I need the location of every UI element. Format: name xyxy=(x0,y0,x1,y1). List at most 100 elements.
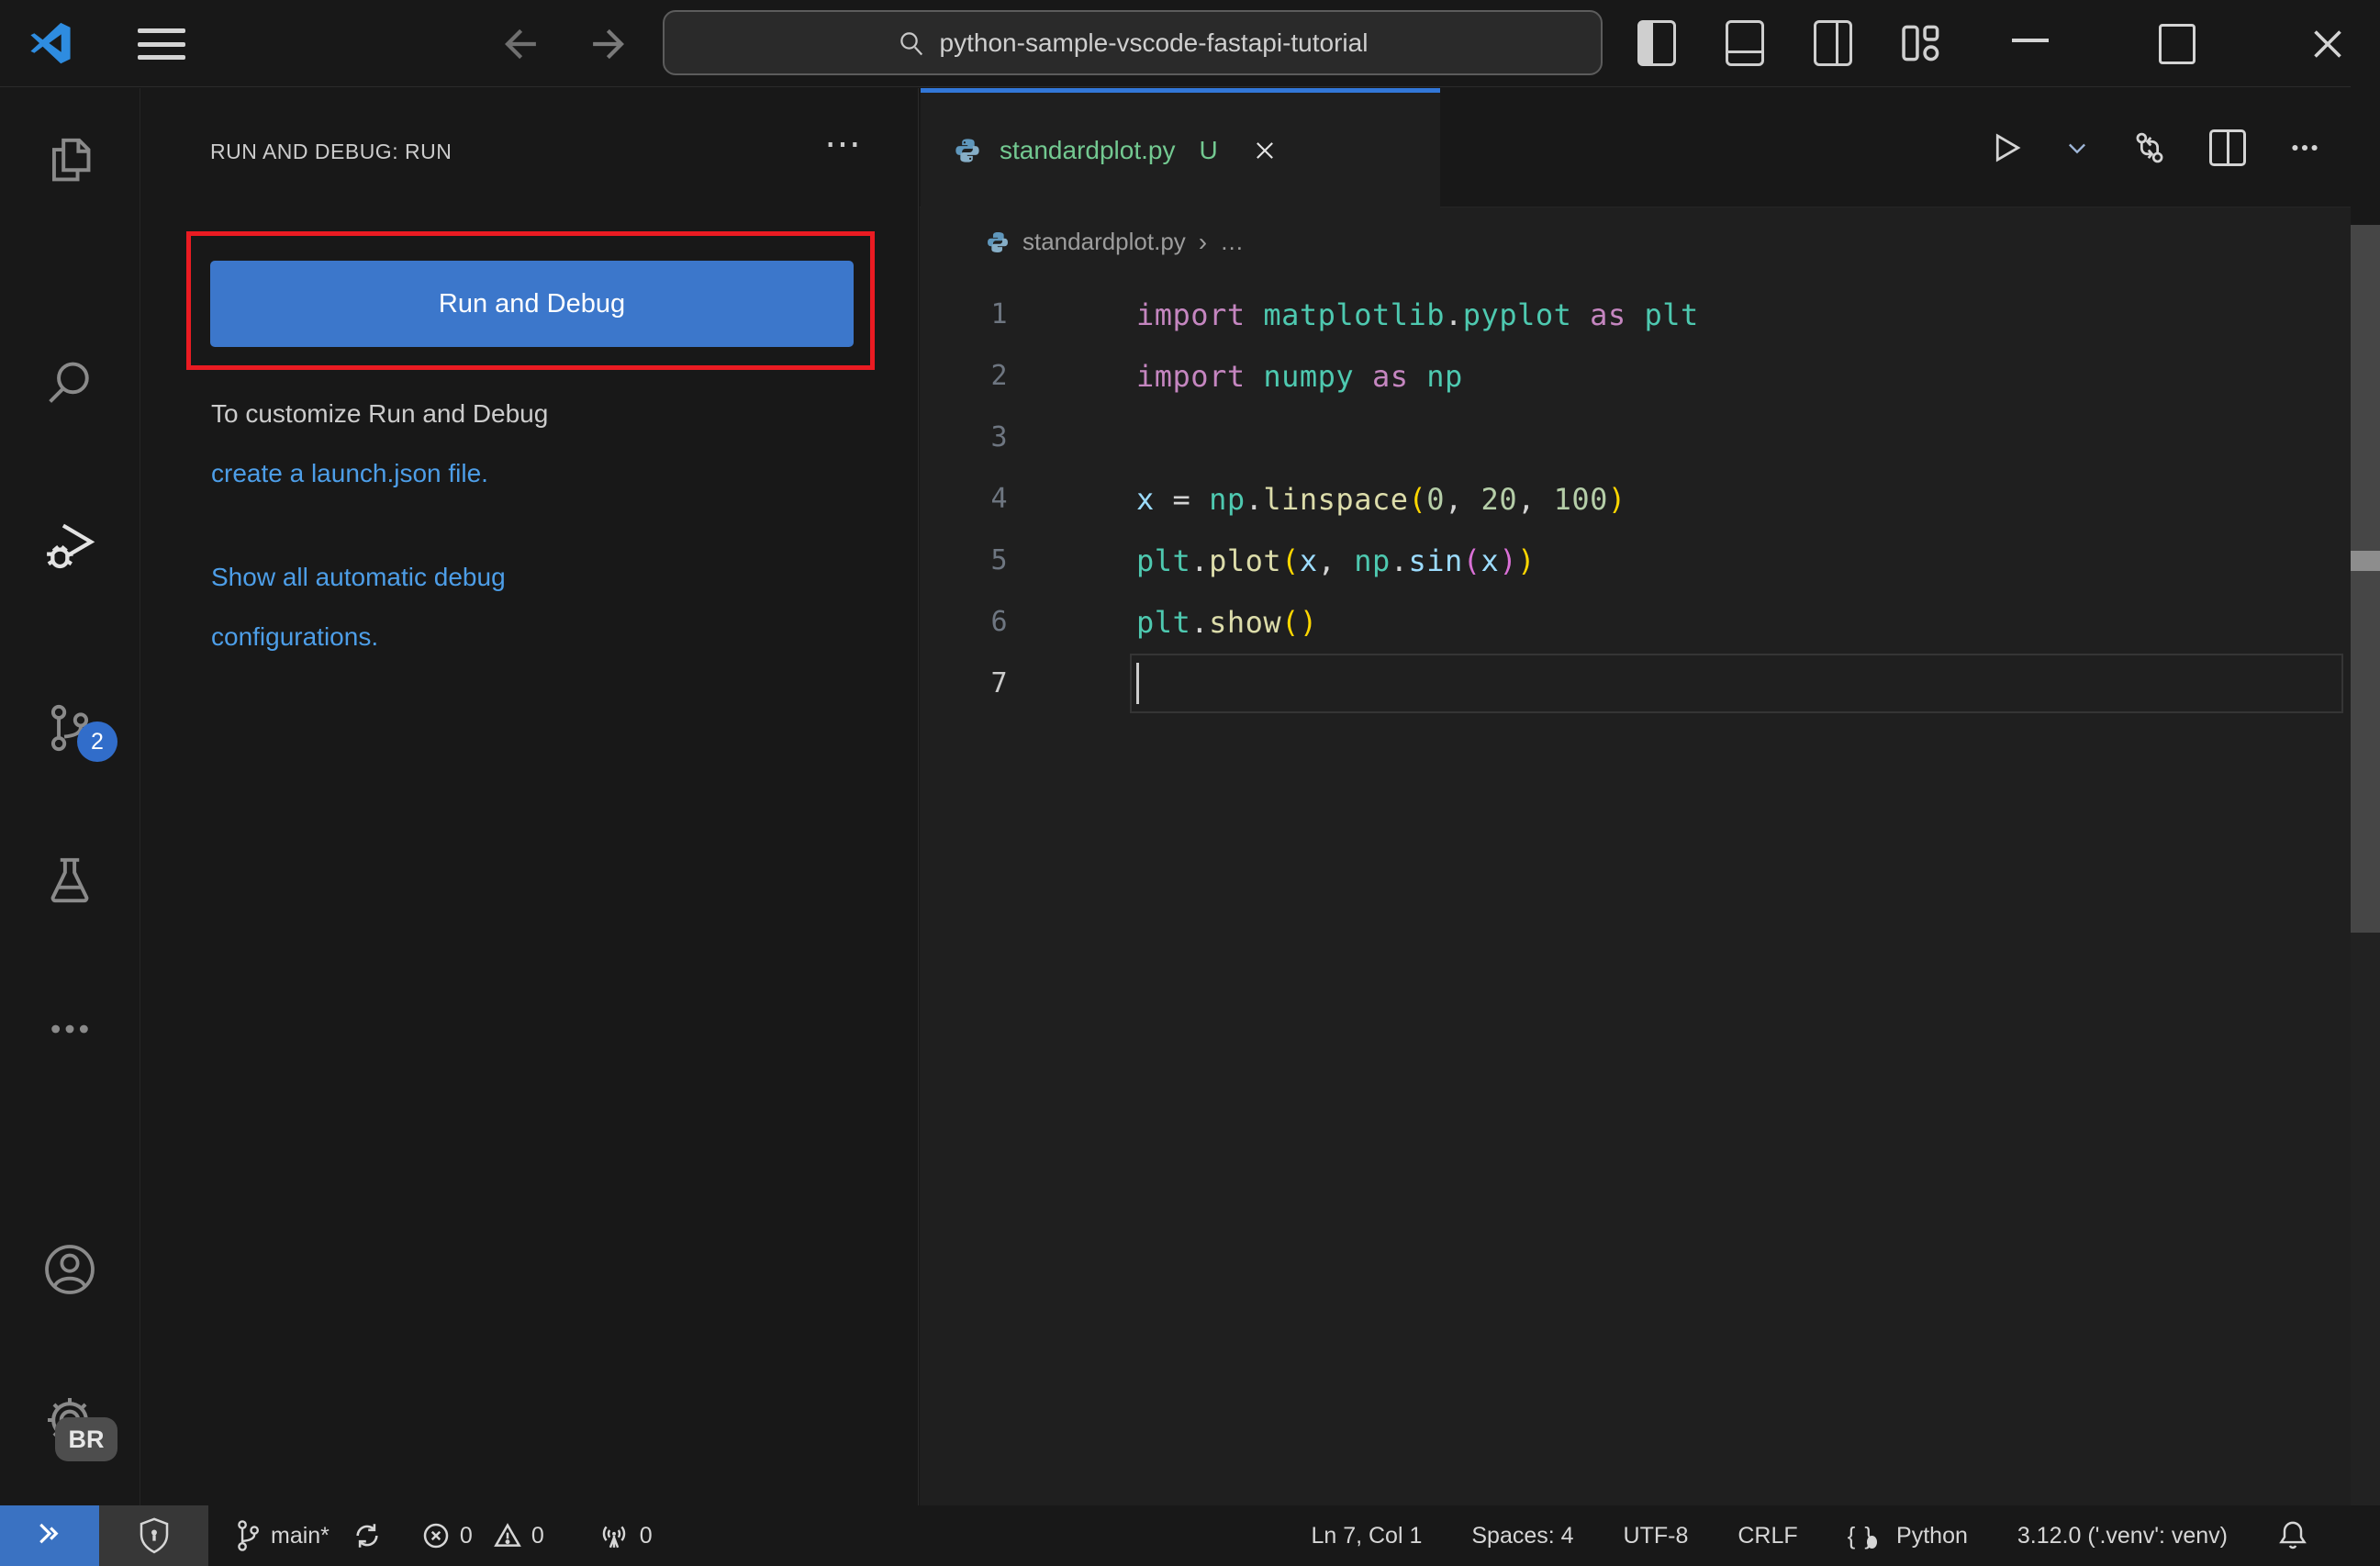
line-number: 4 xyxy=(990,483,1008,515)
cursor-position[interactable]: Ln 7, Col 1 xyxy=(1311,1505,1422,1566)
remote-indicator[interactable] xyxy=(0,1505,99,1566)
back-arrow-icon[interactable] xyxy=(496,20,543,68)
open-changes-icon[interactable] xyxy=(2130,129,2169,167)
tab-standardplot[interactable]: standardplot.py U xyxy=(921,88,1440,207)
braces-icon: {} xyxy=(1848,1522,1887,1550)
code-line-1[interactable]: 1 import matplotlib.pyplot as plt xyxy=(920,284,2351,345)
eol-sequence[interactable]: CRLF xyxy=(1738,1505,1797,1566)
code-text[interactable]: plt.show() xyxy=(1136,605,1318,640)
account-icon[interactable] xyxy=(0,1219,140,1320)
remote-icon xyxy=(39,1523,59,1544)
branch-item[interactable]: main* xyxy=(234,1505,383,1566)
encoding[interactable]: UTF-8 xyxy=(1624,1505,1689,1566)
create-launch-json-link[interactable]: create a launch.json file. xyxy=(211,443,548,503)
minimize-button[interactable] xyxy=(2012,39,2049,42)
hint-text: To customize Run and Debug xyxy=(211,399,549,428)
forward-arrow-icon[interactable] xyxy=(586,20,633,68)
code-text[interactable]: import numpy as np xyxy=(1136,359,1463,394)
testing-icon[interactable] xyxy=(0,830,140,931)
maximize-button[interactable] xyxy=(2159,24,2196,64)
sync-icon xyxy=(356,1524,378,1548)
split-editor-icon[interactable] xyxy=(2209,129,2246,166)
settings-gear-icon[interactable]: BR xyxy=(0,1370,140,1471)
search-icon xyxy=(899,31,922,55)
toggle-panel-icon[interactable] xyxy=(1724,18,1766,68)
editor-more-actions-icon[interactable] xyxy=(2286,129,2323,166)
line-number: 7 xyxy=(990,667,1008,699)
breadcrumb[interactable]: standardplot.py › … xyxy=(920,207,2351,276)
code-text[interactable]: import matplotlib.pyplot as plt xyxy=(1136,297,1699,332)
radio-tower-icon xyxy=(602,1526,625,1549)
background-window-scrollbar xyxy=(2351,225,2380,933)
shield-icon xyxy=(140,1517,168,1554)
activity-bar: 2 BR xyxy=(0,88,140,1505)
code-line-4[interactable]: 4 x = np.linspace(0, 20, 100) xyxy=(920,468,2351,530)
sidebar-title: RUN AND DEBUG: RUN xyxy=(210,140,453,163)
breadcrumb-separator: › xyxy=(1198,227,1208,256)
warning-count: 0 xyxy=(531,1522,544,1549)
line-number: 3 xyxy=(990,421,1008,453)
notifications-bell-icon[interactable] xyxy=(2277,1519,2308,1552)
code-text[interactable]: plt.plot(x, np.sin(x)) xyxy=(1136,543,1536,578)
close-window-button[interactable] xyxy=(2306,22,2350,66)
more-views-icon[interactable] xyxy=(0,979,140,1079)
editor-group: standardplot.py U standardplot.py › … 1 … xyxy=(920,88,2351,1505)
code-line-3[interactable]: 3 xyxy=(920,407,2351,468)
source-control-icon[interactable]: 2 xyxy=(0,677,140,778)
problems-item[interactable]: 0 0 xyxy=(421,1505,544,1566)
search-sidebar-icon[interactable] xyxy=(0,332,140,433)
error-count: 0 xyxy=(459,1522,473,1549)
status-bar: main* 0 0 0 Ln 7, Col 1 Spaces: 4 UTF-8 … xyxy=(0,1505,2380,1566)
profile-badge: BR xyxy=(55,1417,117,1461)
source-control-badge: 2 xyxy=(77,721,117,762)
customize-layout-icon[interactable] xyxy=(1900,18,1942,68)
line-number: 6 xyxy=(990,606,1008,638)
command-center-search[interactable]: python-sample-vscode-fastapi-tutorial xyxy=(663,10,1603,75)
code-text[interactable]: x = np.linspace(0, 20, 100) xyxy=(1136,482,1626,517)
language-mode[interactable]: {} Python xyxy=(1848,1505,1968,1566)
customize-hint: To customize Run and Debug create a laun… xyxy=(211,384,548,503)
line-number: 1 xyxy=(990,298,1008,330)
run-python-file-icon[interactable] xyxy=(1987,129,2024,167)
toggle-sidebar-icon[interactable] xyxy=(1636,18,1678,68)
show-configurations-link[interactable]: Show all automatic debug configurations. xyxy=(211,547,506,666)
python-file-icon xyxy=(955,138,979,162)
tab-untracked-badge: U xyxy=(1199,135,1218,164)
code-line-7[interactable]: 7 xyxy=(920,653,2351,714)
explorer-icon[interactable] xyxy=(0,110,140,211)
line-number: 2 xyxy=(990,360,1008,392)
branch-name: main* xyxy=(271,1522,330,1549)
views-more-actions-icon[interactable]: ⋯ xyxy=(824,123,861,165)
line-number: 5 xyxy=(990,544,1008,576)
toggle-secondary-sidebar-icon[interactable] xyxy=(1812,18,1854,68)
run-and-debug-button[interactable]: Run and Debug xyxy=(210,261,854,347)
layout-controls xyxy=(1636,18,1942,68)
run-and-debug-icon[interactable] xyxy=(0,494,140,595)
workspace-trust-item[interactable] xyxy=(99,1505,208,1566)
search-value: python-sample-vscode-fastapi-tutorial xyxy=(939,28,1369,57)
ports-count: 0 xyxy=(639,1522,653,1549)
run-dropdown-chevron-icon[interactable] xyxy=(2064,135,2090,161)
warnings-icon xyxy=(493,1523,521,1547)
code-line-2[interactable]: 2 import numpy as np xyxy=(920,345,2351,407)
background-window-strip xyxy=(2351,0,2380,1566)
python-interpreter[interactable]: 3.12.0 ('.venv': venv) xyxy=(2017,1505,2228,1566)
menu-icon[interactable] xyxy=(138,26,185,62)
breadcrumb-symbol-more[interactable]: … xyxy=(1220,228,1244,256)
editor-toolbar xyxy=(1987,88,2323,207)
background-scrollbar-thumb xyxy=(2351,551,2380,571)
tab-close-icon[interactable] xyxy=(1249,135,1280,166)
indentation[interactable]: Spaces: 4 xyxy=(1471,1505,1573,1566)
code-line-5[interactable]: 5 plt.plot(x, np.sin(x)) xyxy=(920,530,2351,591)
errors-icon xyxy=(423,1523,449,1549)
code-editor[interactable]: 1 import matplotlib.pyplot as plt 2 import … xyxy=(920,276,2351,1505)
breadcrumb-file[interactable]: standardplot.py xyxy=(1022,228,1186,256)
language-name: Python xyxy=(1896,1522,1968,1549)
code-line-6[interactable]: 6 plt.show() xyxy=(920,591,2351,653)
python-file-icon xyxy=(988,231,1008,252)
ports-item[interactable]: 0 xyxy=(598,1505,653,1566)
title-bar: python-sample-vscode-fastapi-tutorial xyxy=(0,0,2380,87)
vscode-logo-icon xyxy=(30,22,71,64)
tab-strip: standardplot.py U xyxy=(920,88,2351,207)
run-debug-sidebar: RUN AND DEBUG: RUN ⋯ Run and Debug To cu… xyxy=(140,88,919,1505)
